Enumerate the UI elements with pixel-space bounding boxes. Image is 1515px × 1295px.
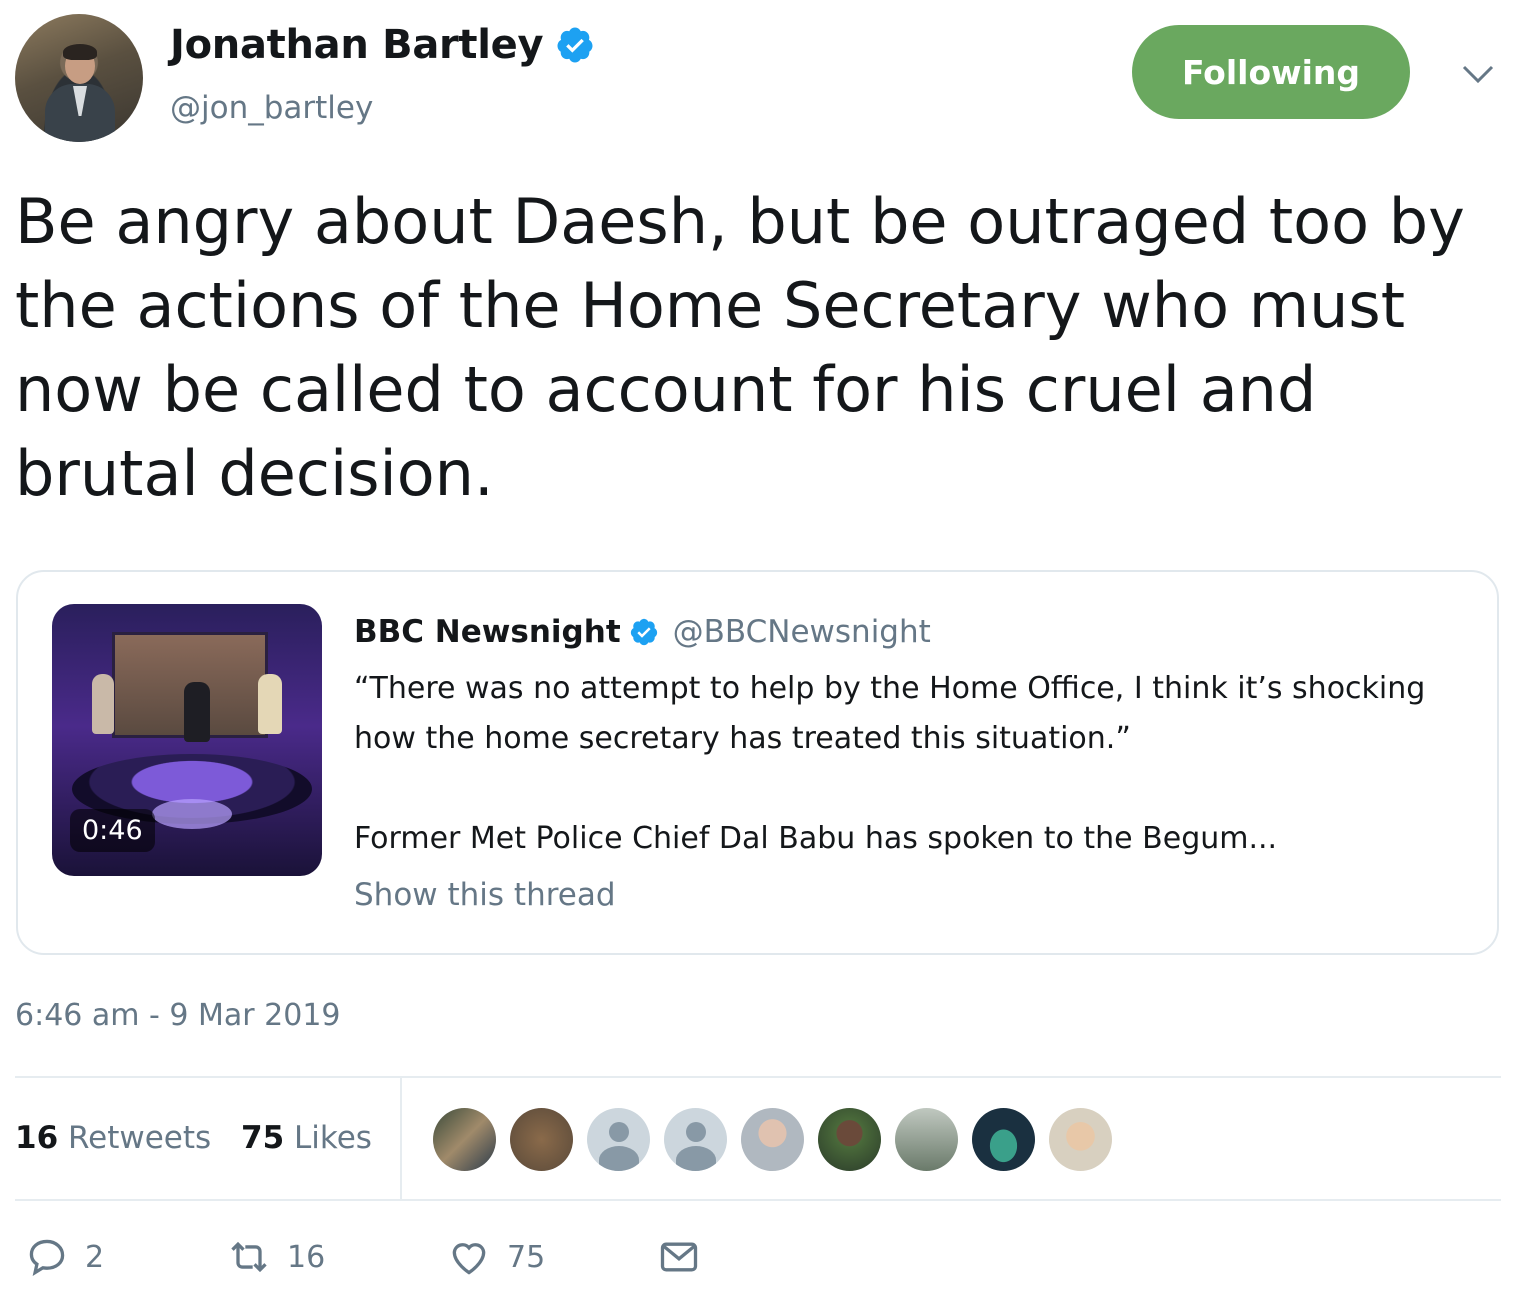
- retweet-icon: [231, 1241, 267, 1273]
- following-button[interactable]: Following: [1132, 25, 1410, 119]
- tweet-timestamp[interactable]: 6:46 am - 9 Mar 2019: [15, 998, 341, 1033]
- like-action[interactable]: 75: [447, 1235, 545, 1279]
- tweet-actions: 2 16 75: [15, 1235, 1501, 1295]
- tweet-text: Be angry about Daesh, but be outraged to…: [15, 185, 1465, 510]
- quoted-tweet-card[interactable]: 0:46 BBC Newsnight @BBCNewsnight “There …: [16, 570, 1499, 955]
- retweets-count: 16: [15, 1120, 59, 1156]
- quoted-display-name[interactable]: BBC Newsnight: [354, 614, 621, 650]
- liker-avatar[interactable]: [972, 1108, 1035, 1171]
- retweets-stat[interactable]: 16 Retweets: [15, 1120, 211, 1156]
- stats-divider: [400, 1078, 402, 1200]
- quoted-tweet-header: BBC Newsnight @BBCNewsnight: [354, 614, 931, 650]
- liker-avatar[interactable]: [433, 1108, 496, 1171]
- thumbnail-person: [92, 674, 114, 734]
- liker-avatar[interactable]: [895, 1108, 958, 1171]
- likes-count: 75: [241, 1120, 285, 1156]
- retweets-label: Retweets: [68, 1120, 212, 1156]
- show-thread-link[interactable]: Show this thread: [354, 877, 616, 913]
- envelope-icon: [660, 1242, 698, 1272]
- direct-message-action[interactable]: [657, 1235, 701, 1279]
- liker-avatar[interactable]: [510, 1108, 573, 1171]
- quoted-handle[interactable]: @BBCNewsnight: [673, 614, 931, 650]
- liker-avatar[interactable]: [1049, 1108, 1112, 1171]
- engagement-stats: 16 Retweets 75 Likes: [15, 1078, 1501, 1200]
- retweet-count: 16: [287, 1239, 326, 1275]
- author-name-row: Jonathan Bartley: [170, 22, 595, 68]
- liker-avatar[interactable]: [818, 1108, 881, 1171]
- heart-icon: [452, 1243, 486, 1275]
- quoted-tweet-summary: Former Met Police Chief Dal Babu has spo…: [354, 821, 1278, 856]
- avatar-hair: [63, 44, 97, 60]
- video-duration-badge: 0:46: [70, 809, 155, 852]
- quoted-tweet-body: “There was no attempt to help by the Hom…: [354, 664, 1464, 864]
- likes-stat[interactable]: 75 Likes: [241, 1120, 372, 1156]
- chevron-down-icon[interactable]: [1460, 62, 1496, 86]
- reply-count: 2: [85, 1239, 105, 1275]
- thumbnail-person: [258, 674, 282, 734]
- thumbnail-glow: [152, 799, 232, 829]
- author-display-name[interactable]: Jonathan Bartley: [170, 22, 544, 68]
- retweet-action[interactable]: 16: [227, 1235, 325, 1279]
- author-handle[interactable]: @jon_bartley: [170, 90, 373, 126]
- liker-avatar[interactable]: [587, 1108, 650, 1171]
- verified-badge-icon: [557, 27, 593, 63]
- reply-action[interactable]: 2: [25, 1235, 104, 1279]
- like-count: 75: [507, 1239, 546, 1275]
- thumbnail-person: [184, 682, 210, 742]
- likes-label: Likes: [294, 1120, 372, 1156]
- liker-avatar[interactable]: [741, 1108, 804, 1171]
- reply-icon: [29, 1239, 65, 1277]
- quoted-tweet-quote: “There was no attempt to help by the Hom…: [354, 671, 1426, 756]
- verified-badge-icon: [630, 618, 657, 646]
- liker-avatars: [433, 1108, 1112, 1171]
- video-thumbnail[interactable]: 0:46: [52, 604, 322, 876]
- liker-avatar[interactable]: [664, 1108, 727, 1171]
- divider: [15, 1199, 1501, 1201]
- author-avatar[interactable]: [15, 14, 143, 142]
